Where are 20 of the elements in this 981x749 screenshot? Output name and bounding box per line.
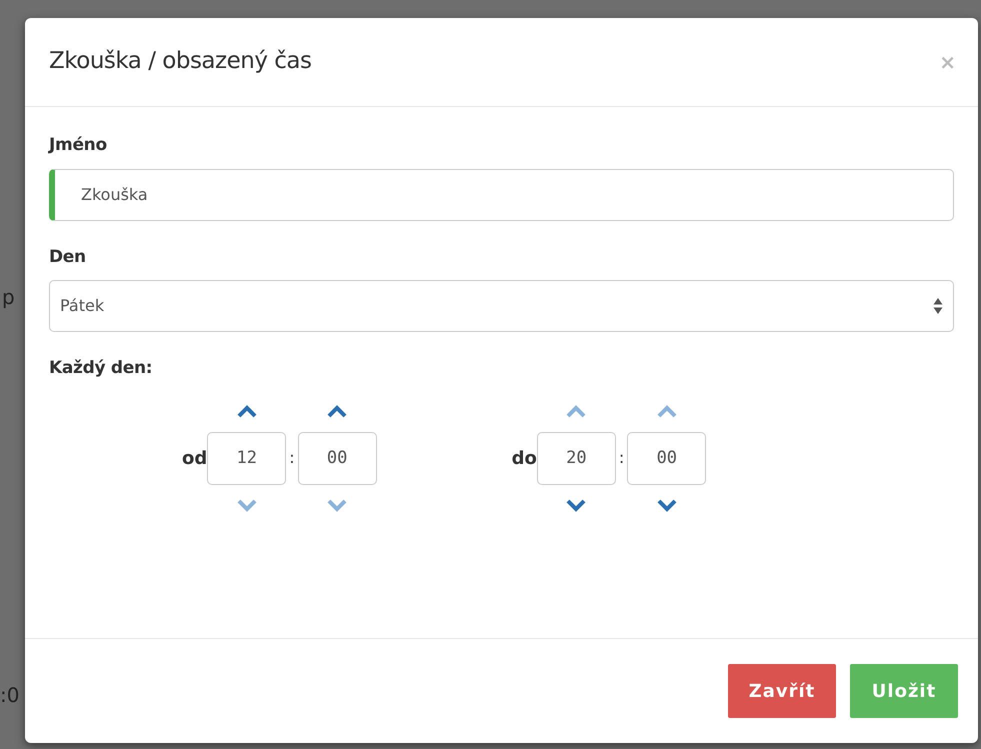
decrement-button[interactable] [565, 496, 588, 514]
background-text: p [2, 284, 15, 311]
time-field[interactable]: 12 [207, 432, 286, 484]
time-field[interactable]: 00 [298, 432, 377, 484]
time-label: do [512, 446, 537, 470]
day-select[interactable]: Pátek [49, 280, 954, 332]
field-label: Jméno [49, 134, 107, 157]
time-separator: : [618, 447, 624, 469]
background-text: :0 [0, 682, 20, 709]
decrement-button[interactable] [656, 496, 678, 514]
dialog-title: Zkouška / obsazený čas [49, 48, 312, 76]
time-separator: : [289, 447, 295, 469]
time-field[interactable]: 20 [536, 432, 616, 484]
dropdown-arrows-icon [933, 297, 943, 315]
section-label: Každý den: [49, 357, 152, 380]
time-label: od [182, 446, 208, 470]
field-label: Den [49, 246, 86, 268]
close-button[interactable]: Zavřít [728, 664, 836, 718]
time-field[interactable]: 00 [627, 432, 706, 484]
name-field[interactable]: Zkouška [49, 168, 954, 220]
